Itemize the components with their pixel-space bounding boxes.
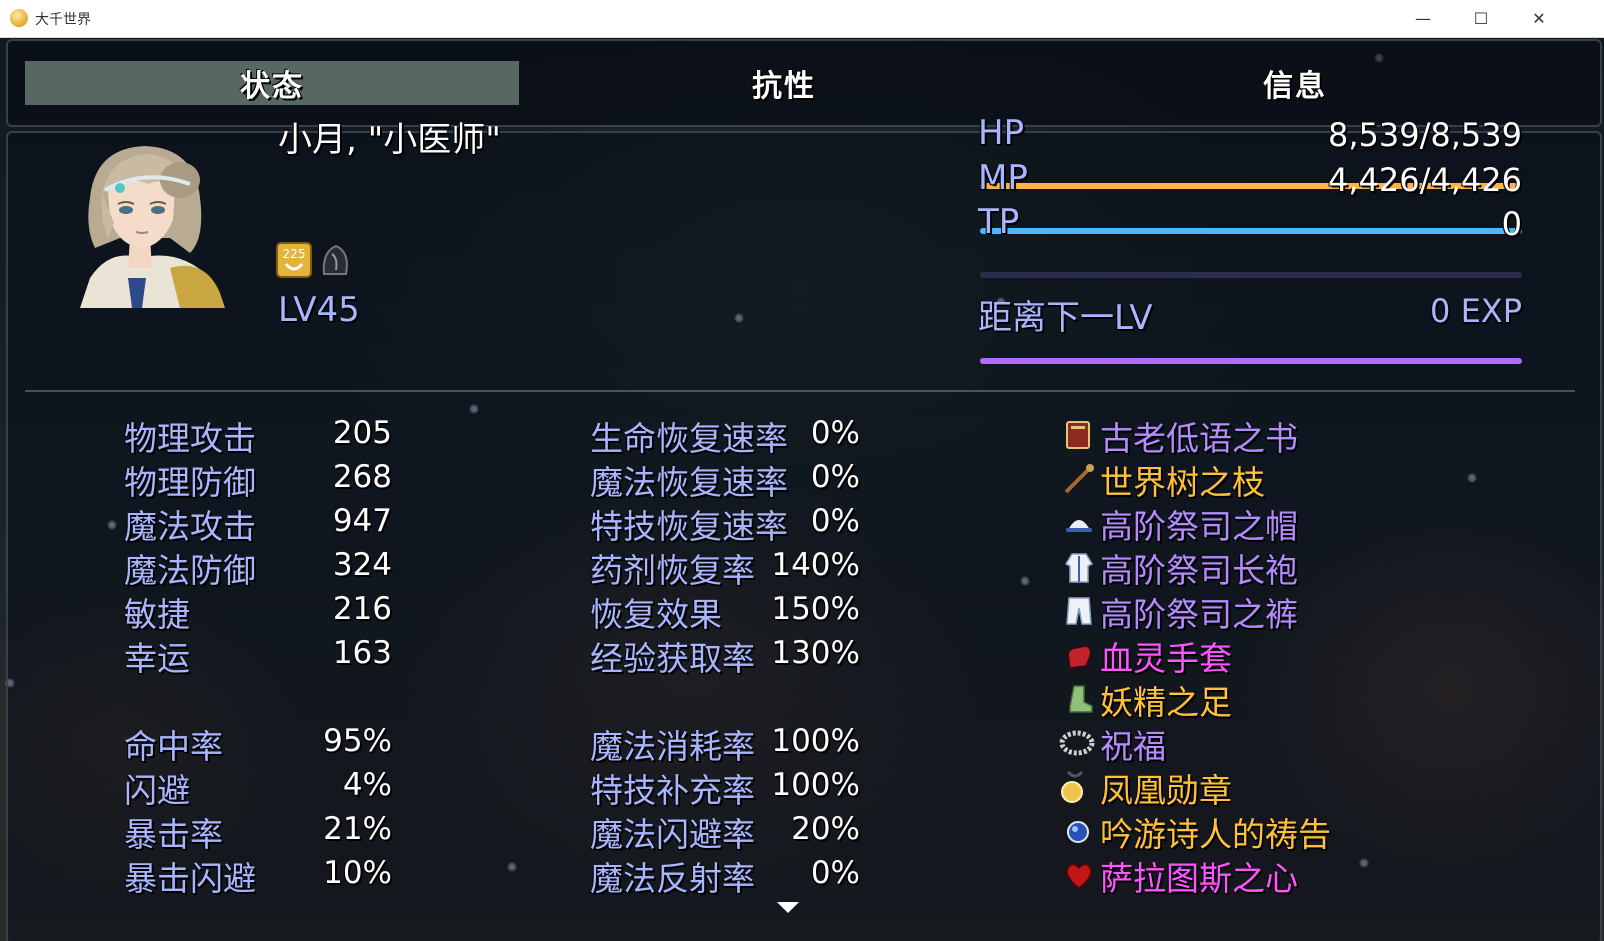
mp-value: 4,426/4,426 <box>1328 161 1522 199</box>
equipment-name[interactable]: 高阶祭司长袍 <box>1100 544 1298 592</box>
mp-label: MP <box>978 158 1028 198</box>
hp-value: 8,539/8,539 <box>1328 116 1522 154</box>
minimize-button[interactable]: — <box>1394 0 1452 37</box>
buff-state-count: 225 <box>283 247 306 261</box>
stat-value: 0% <box>810 503 860 539</box>
stat-value: 0% <box>810 855 860 891</box>
exp-label: 距离下一LV <box>978 298 1153 338</box>
stat-value: 100% <box>771 723 860 759</box>
hat-icon <box>1062 506 1096 540</box>
level-label: LV45 <box>278 290 360 330</box>
equipment-name[interactable]: 血灵手套 <box>1100 632 1232 680</box>
stat-value: 130% <box>771 635 860 671</box>
stat-label: 魔法消耗率 <box>590 727 755 766</box>
medal-icon <box>1058 770 1092 804</box>
tp-label: TP <box>978 202 1020 242</box>
stat-label: 魔法攻击 <box>124 507 256 546</box>
exp-gauge <box>980 358 1522 364</box>
hp-label: HP <box>978 113 1025 153</box>
stat-value: 205 <box>332 415 392 451</box>
equipment-name[interactable]: 高阶祭司之裤 <box>1100 588 1298 636</box>
stat-value: 947 <box>332 503 392 539</box>
tab-resistance[interactable]: 抗性 <box>537 61 1031 105</box>
maximize-button[interactable]: ☐ <box>1452 0 1510 37</box>
stat-value: 100% <box>771 767 860 803</box>
glove-icon <box>1062 638 1096 672</box>
amulet-icon <box>1062 814 1096 848</box>
exp-gauge-fill <box>980 358 1522 364</box>
close-button[interactable]: ✕ <box>1510 0 1568 37</box>
equipment-name[interactable]: 祝福 <box>1100 720 1166 768</box>
equipment-name[interactable]: 古老低语之书 <box>1100 412 1298 460</box>
equipment-name[interactable]: 妖精之足 <box>1100 676 1232 724</box>
window-titlebar: 大千世界 — ☐ ✕ <box>0 0 1604 38</box>
stat-value: 0% <box>810 415 860 451</box>
stat-value: 163 <box>332 635 392 671</box>
scroll-down-arrow-icon[interactable] <box>777 902 799 913</box>
tp-gauge <box>980 272 1522 278</box>
buff-state-icon: 225 <box>276 242 312 278</box>
stat-value: 150% <box>771 591 860 627</box>
robe-icon <box>1062 550 1096 584</box>
pants-icon <box>1062 594 1096 628</box>
bracelet-icon <box>1058 726 1095 760</box>
stat-value: 216 <box>332 591 392 627</box>
stat-label: 暴击率 <box>124 815 223 854</box>
stat-label: 魔法反射率 <box>590 859 755 898</box>
equipment-name[interactable]: 萨拉图斯之心 <box>1100 852 1298 900</box>
stat-label: 敏捷 <box>124 595 190 634</box>
equipment-name[interactable]: 高阶祭司之帽 <box>1100 500 1298 548</box>
tab-info[interactable]: 信息 <box>1048 61 1542 105</box>
character-portrait <box>50 128 225 308</box>
window-title: 大千世界 <box>35 12 91 28</box>
stat-label: 魔法防御 <box>124 551 256 590</box>
stat-label: 经验获取率 <box>590 639 755 678</box>
stat-value: 20% <box>791 811 860 847</box>
stat-label: 暴击闪避 <box>124 859 256 898</box>
tp-value: 0 <box>1501 205 1522 243</box>
stat-label: 幸运 <box>124 639 190 678</box>
boots-icon <box>1062 682 1096 716</box>
character-name: 小月, "小医师" <box>278 120 501 160</box>
stat-value: 4% <box>342 767 392 803</box>
exp-value: 0 EXP <box>1430 292 1522 330</box>
stat-label: 特技补充率 <box>590 771 755 810</box>
stat-value: 0% <box>810 459 860 495</box>
stat-value: 268 <box>332 459 392 495</box>
staff-icon <box>1062 462 1096 496</box>
tab-status[interactable]: 状态 <box>25 61 519 105</box>
stat-value: 140% <box>771 547 860 583</box>
stat-label: 物理攻击 <box>124 419 256 458</box>
heart-icon <box>1062 858 1096 892</box>
stat-label: 命中率 <box>124 727 223 766</box>
stat-value: 324 <box>332 547 392 583</box>
stat-value: 10% <box>323 855 392 891</box>
stat-label: 恢复效果 <box>590 595 722 634</box>
stat-label: 药剂恢复率 <box>590 551 755 590</box>
book-icon <box>1062 418 1096 452</box>
dark-state-icon <box>316 242 352 278</box>
stat-label: 物理防御 <box>124 463 256 502</box>
stat-label: 闪避 <box>124 771 190 810</box>
tab-bar: 状态 抗性 信息 <box>6 39 1602 127</box>
equipment-name[interactable]: 世界树之枝 <box>1100 456 1265 504</box>
app-icon <box>10 9 28 27</box>
section-divider <box>25 390 1575 392</box>
stat-value: 95% <box>323 723 392 759</box>
equipment-name[interactable]: 凤凰勋章 <box>1100 764 1232 812</box>
stat-label: 魔法闪避率 <box>590 815 755 854</box>
equipment-name[interactable]: 吟游诗人的祷告 <box>1100 808 1331 856</box>
stat-value: 21% <box>323 811 392 847</box>
